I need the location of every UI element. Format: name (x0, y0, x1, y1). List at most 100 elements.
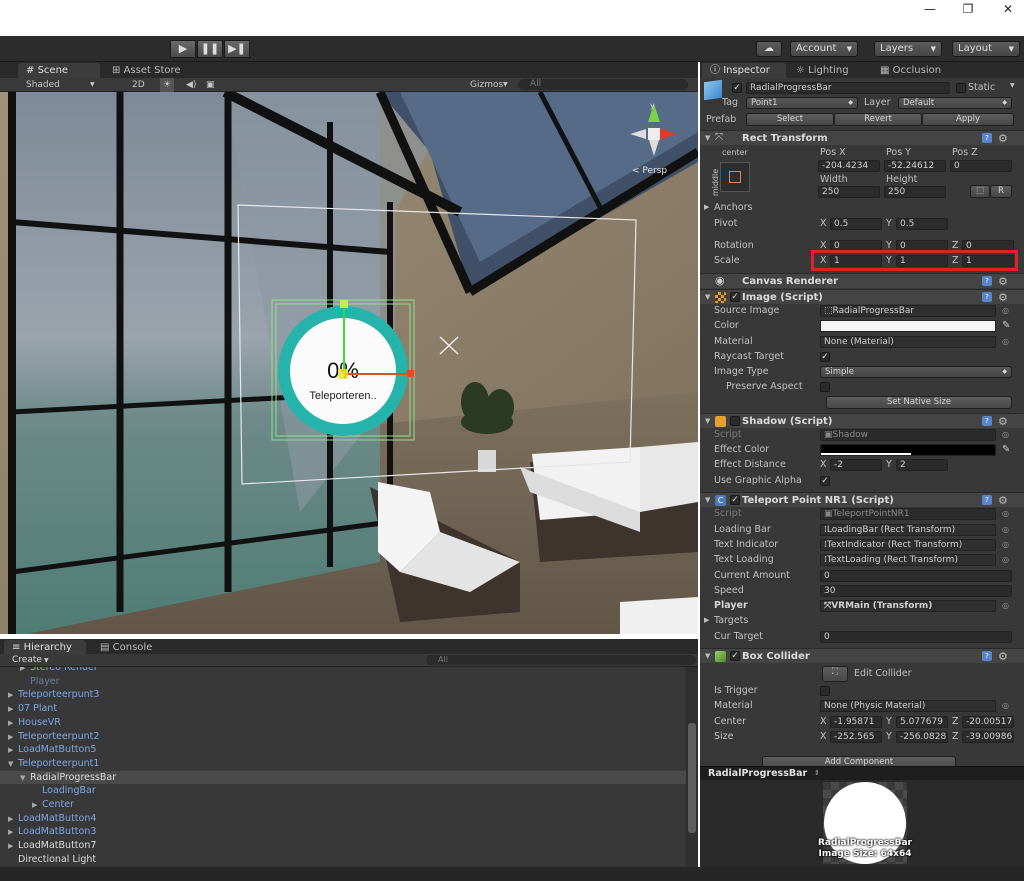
hierarchy-item[interactable]: ▶ Teleporteerpunt3 (0, 688, 686, 702)
center-x-field[interactable]: -1.95871 (830, 716, 882, 728)
pos-y-field[interactable]: -52.24612 (884, 160, 946, 172)
loading-bar-field[interactable]: ⁞LoadingBar (Rect Transform) (820, 524, 996, 536)
object-picker-icon[interactable]: ◎ (1002, 306, 1009, 315)
chevron-right-icon[interactable]: ▶ (704, 616, 709, 624)
gear-icon[interactable]: ⚙ (998, 650, 1008, 663)
use-graphic-alpha-checkbox[interactable]: ✓ (820, 476, 830, 486)
prefab-select-button[interactable]: Select (746, 113, 834, 126)
scene-search-input[interactable]: All (518, 79, 688, 90)
pivot-x-field[interactable]: 0.5 (830, 218, 882, 230)
help-icon[interactable]: ? (982, 292, 992, 302)
chevron-right-icon[interactable]: ▶ (8, 717, 18, 731)
object-picker-icon[interactable]: ◎ (1002, 540, 1009, 549)
chevron-down-icon[interactable]: ▼ (1010, 82, 1015, 89)
close-button[interactable]: ✕ (990, 0, 1024, 18)
prefab-apply-button[interactable]: Apply (922, 113, 1014, 126)
tab-lighting[interactable]: ☼ Lighting (788, 63, 868, 78)
width-field[interactable]: 250 (818, 186, 880, 198)
center-y-field[interactable]: 5.077679 (896, 716, 948, 728)
persp-label[interactable]: < Persp (632, 166, 667, 176)
account-dropdown[interactable]: Account ▼ (790, 41, 858, 57)
chevron-right-icon[interactable]: ▶ (8, 731, 18, 745)
image-type-dropdown[interactable]: Simple ◆ (820, 366, 1012, 378)
chevron-right-icon[interactable]: ▶ (8, 744, 18, 758)
hierarchy-item[interactable]: ▶ Teleporteerpunt2 (0, 730, 686, 744)
hierarchy-item[interactable]: ▶ Stereo Render (0, 667, 686, 675)
cloud-icon[interactable]: ☁ (756, 41, 782, 57)
effect-color-swatch[interactable] (820, 444, 996, 456)
pos-z-field[interactable]: 0 (950, 160, 1012, 172)
image-script-header[interactable]: ▼ ✓ Image (Script) ? ⚙ (700, 289, 1024, 304)
shadow-script-header[interactable]: ▼ Shadow (Script) ? ⚙ (700, 413, 1024, 428)
object-picker-icon[interactable]: ◎ (1002, 337, 1009, 346)
image-enabled-checkbox[interactable]: ✓ (730, 292, 740, 302)
rect-transform-header[interactable]: ▼ ⤧ Rect Transform ? ⚙ (700, 130, 1024, 145)
anchors-label[interactable]: Anchors (714, 202, 752, 213)
tab-inspector[interactable]: ⓘ Inspector (702, 63, 786, 78)
static-checkbox[interactable] (956, 83, 966, 93)
sun-icon[interactable]: ☀ (160, 78, 175, 92)
raycast-target-checkbox[interactable]: ✓ (820, 352, 830, 362)
scrollbar-thumb[interactable] (688, 723, 696, 833)
targets-label[interactable]: Targets (714, 615, 748, 626)
add-component-button[interactable]: Add Component (762, 756, 956, 766)
prefab-revert-button[interactable]: Revert (834, 113, 922, 126)
chevron-right-icon[interactable]: ▶ (32, 799, 42, 813)
height-field[interactable]: 250 (884, 186, 946, 198)
hierarchy-item[interactable]: LoadingBar (0, 784, 686, 798)
help-icon[interactable]: ? (982, 416, 992, 426)
hierarchy-item[interactable]: ▼ Teleporteerpunt1 (0, 757, 686, 771)
help-icon[interactable]: ? (982, 133, 992, 143)
eyedropper-icon[interactable]: ✎ (1002, 444, 1010, 455)
tab-asset-store[interactable]: ⊞ Asset Store (104, 63, 194, 78)
effect-distance-x-field[interactable]: -2 (830, 459, 882, 471)
hierarchy-item[interactable]: ▶ LoadMatButton3 (0, 825, 686, 839)
tab-hierarchy[interactable]: ≡ Hierarchy (4, 640, 86, 655)
blueprint-mode-button[interactable]: ⬚ (970, 185, 990, 198)
mode-2d-button[interactable]: 2D (132, 78, 145, 92)
hierarchy-item[interactable]: ▶ LoadMatButton5 (0, 743, 686, 757)
box-collider-header[interactable]: ▼ ✓ Box Collider ? ⚙ (700, 648, 1024, 663)
hierarchy-scrollbar[interactable] (686, 667, 698, 867)
collider-material-field[interactable]: None (Physic Material) (820, 700, 996, 712)
raw-edit-button[interactable]: R (990, 185, 1012, 198)
source-image-field[interactable]: ⬚RadialProgressBar (820, 305, 996, 317)
canvas-renderer-header[interactable]: ◉ Canvas Renderer ? ⚙ (700, 273, 1024, 288)
hierarchy-search-input[interactable]: All (426, 655, 696, 665)
object-name-field[interactable]: RadialProgressBar (746, 82, 950, 94)
scene-viewport[interactable]: 0% Teleporteren.. y < Persp (0, 92, 698, 634)
object-picker-icon[interactable]: ◎ (1002, 430, 1009, 439)
text-indicator-field[interactable]: ⁞TextIndicator (Rect Transform) (820, 539, 996, 551)
gear-icon[interactable]: ⚙ (998, 132, 1008, 145)
preview-header[interactable]: RadialProgressBar ⇕ (700, 766, 1024, 780)
hierarchy-item[interactable]: ▶ HouseVR (0, 716, 686, 730)
orientation-gizmo[interactable]: y < Persp (626, 101, 686, 182)
step-button[interactable]: ▶❚ (224, 40, 250, 58)
preserve-aspect-checkbox[interactable] (820, 382, 830, 392)
audio-icon[interactable]: ◀) (186, 78, 196, 92)
hierarchy-item[interactable]: ▶ LoadMatButton7 (0, 839, 686, 853)
x-axis-handle[interactable] (344, 373, 410, 375)
anchor-presets-button[interactable] (720, 162, 750, 192)
gear-icon[interactable]: ⚙ (998, 291, 1008, 304)
is-trigger-checkbox[interactable] (820, 686, 830, 696)
minimize-button[interactable]: — (912, 0, 948, 18)
layer-dropdown[interactable]: Default ◆ (898, 97, 1012, 109)
gizmos-dropdown[interactable]: Gizmos (470, 78, 503, 92)
chevron-down-icon[interactable]: ▼ (20, 772, 30, 786)
object-picker-icon[interactable]: ◎ (1002, 525, 1009, 534)
gear-icon[interactable]: ⚙ (998, 275, 1008, 288)
create-dropdown[interactable]: Create (12, 654, 42, 667)
current-amount-field[interactable]: 0 (820, 570, 1012, 582)
y-axis-handle-cap[interactable] (340, 300, 348, 308)
chevron-right-icon[interactable]: ▶ (8, 826, 18, 840)
effect-distance-y-field[interactable]: 2 (896, 459, 948, 471)
text-loading-field[interactable]: ⁞TextLoading (Rect Transform) (820, 554, 996, 566)
hierarchy-item[interactable]: ▼ RadialProgressBar (0, 770, 686, 786)
chevron-right-icon[interactable]: ▶ (8, 813, 18, 827)
hierarchy-item[interactable]: ▶ Center (0, 798, 686, 812)
pause-button[interactable]: ❚❚ (197, 40, 223, 58)
layout-dropdown[interactable]: Layout ▼ (952, 41, 1020, 57)
edit-collider-button[interactable]: ⛶ (822, 666, 848, 682)
player-field[interactable]: ⤧VRMain (Transform) (820, 600, 996, 612)
